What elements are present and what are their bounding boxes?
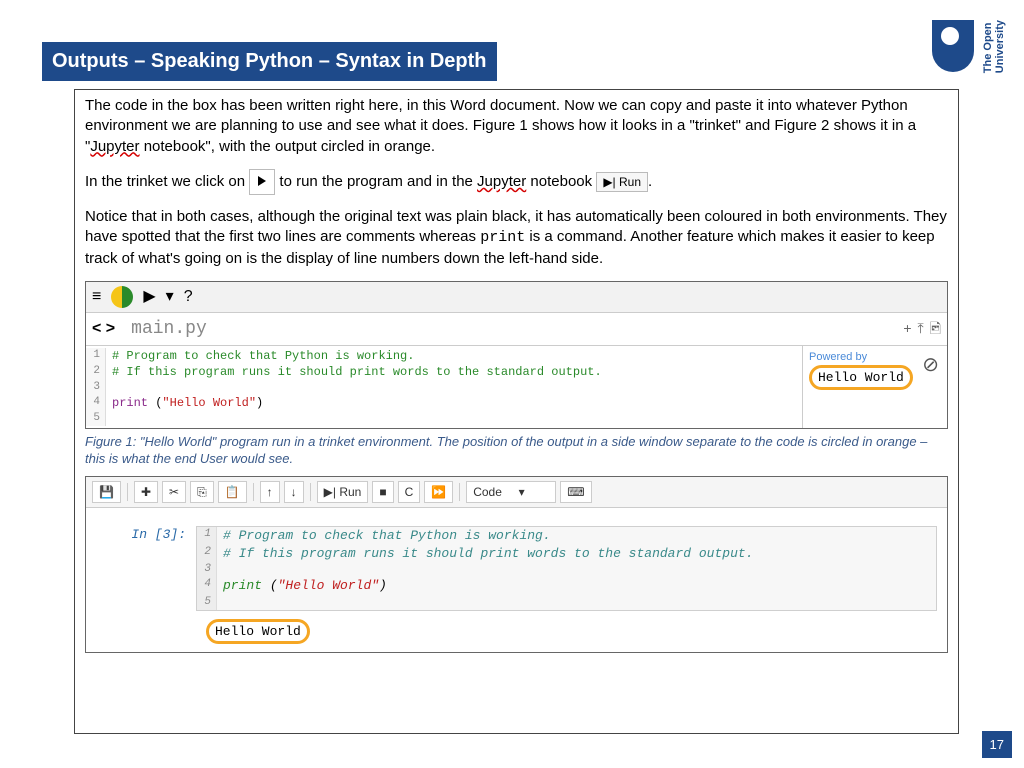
input-prompt: In [3]:: [106, 526, 196, 544]
trinket-logo-icon: [111, 286, 133, 308]
play-icon: [249, 169, 275, 195]
fast-forward-button[interactable]: ⏩: [424, 481, 453, 503]
logo-text: The OpenUniversity: [982, 20, 1006, 73]
trinket-output-circled: Hello World: [809, 365, 913, 391]
save-button[interactable]: 💾: [92, 481, 121, 503]
trinket-output-pane: Powered by Hello World ⊘: [802, 346, 947, 428]
upload-icon[interactable]: ⤒: [918, 319, 924, 338]
jupyter-code-cell[interactable]: 1# Program to check that Python is worki…: [196, 526, 937, 610]
para-1: The code in the box has been written rig…: [85, 96, 948, 157]
cell-type-select[interactable]: Code ▾: [466, 481, 556, 503]
document-body: The code in the box has been written rig…: [74, 89, 959, 734]
inline-code-print: print: [480, 229, 525, 246]
para-3: Notice that in both cases, although the …: [85, 207, 948, 269]
nav-arrows[interactable]: < >: [92, 318, 115, 340]
add-icon[interactable]: +: [903, 319, 911, 338]
jupyter-output-circled: Hello World: [206, 619, 310, 645]
spellcheck-jupyter-2: Jupyter: [477, 173, 526, 190]
ou-logo: The OpenUniversity: [932, 20, 1006, 73]
dropdown-icon[interactable]: ▾: [166, 286, 174, 308]
jupyter-toolbar: 💾 ✚ ✂ ⎘ 📋 ↑ ↓ ▶| Run ■ C ⏩ Code ▾ ⌨: [86, 477, 947, 508]
cut-button[interactable]: ✂: [162, 481, 186, 503]
shield-icon: [932, 20, 974, 72]
figure-1-caption: Figure 1: "Hello World" program run in a…: [85, 434, 948, 468]
jupyter-output: Hello World: [206, 619, 937, 645]
filename-tab[interactable]: main.py: [123, 315, 215, 343]
add-cell-button[interactable]: ✚: [134, 481, 158, 503]
move-up-button[interactable]: ↑: [260, 481, 280, 503]
image-icon[interactable]: 🖻: [930, 319, 941, 338]
powered-by: Powered by: [809, 350, 941, 365]
spellcheck-jupyter: Jupyter: [90, 138, 139, 155]
copy-button[interactable]: ⎘: [190, 481, 214, 503]
trinket-code: 1# Program to check that Python is worki…: [86, 346, 802, 428]
restart-button[interactable]: C: [398, 481, 421, 503]
play-icon[interactable]: ▶: [143, 286, 155, 308]
move-down-button[interactable]: ↓: [284, 481, 304, 503]
page-number: 17: [982, 731, 1012, 758]
keyboard-button[interactable]: ⌨: [560, 481, 591, 503]
paste-button[interactable]: 📋: [218, 481, 247, 503]
figure-1-trinket: ≡ ▶ ▾ ? < > main.py + ⤒ 🖻 1# Program to …: [85, 281, 948, 430]
menu-icon[interactable]: ≡: [92, 286, 101, 308]
figure-2-jupyter: 💾 ✚ ✂ ⎘ 📋 ↑ ↓ ▶| Run ■ C ⏩ Code ▾ ⌨ In […: [85, 476, 948, 653]
trinket-toolbar: ≡ ▶ ▾ ?: [86, 282, 947, 313]
jupyter-body: In [3]: 1# Program to check that Python …: [86, 508, 947, 652]
run-button-inline: ▶| Run: [596, 172, 648, 192]
stop-icon[interactable]: ⊘: [922, 352, 939, 379]
help-icon[interactable]: ?: [184, 286, 193, 308]
trinket-tab-row: < > main.py + ⤒ 🖻: [86, 313, 947, 346]
para-2: In the trinket we click on to run the pr…: [85, 169, 948, 195]
stop-button[interactable]: ■: [372, 481, 393, 503]
page-title: Outputs – Speaking Python – Syntax in De…: [42, 42, 497, 81]
run-button[interactable]: ▶| Run: [317, 481, 369, 503]
